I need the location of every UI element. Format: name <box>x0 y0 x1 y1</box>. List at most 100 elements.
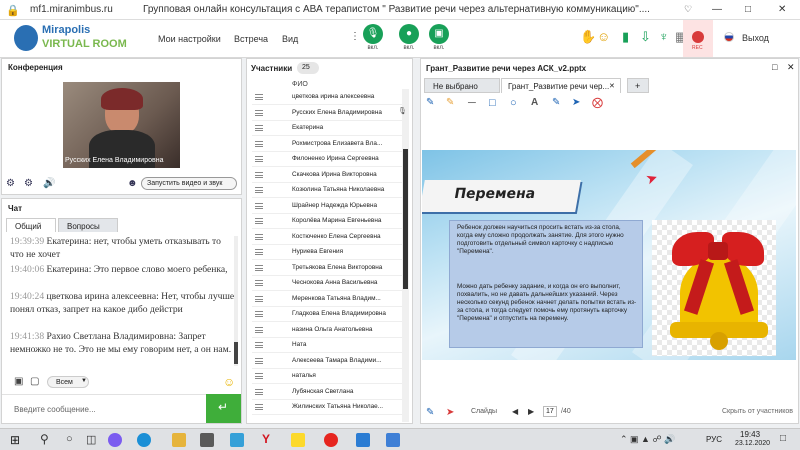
menu-view[interactable]: Вид <box>282 34 298 44</box>
text-tool-icon[interactable]: A <box>531 97 538 108</box>
chat-scrollbar[interactable] <box>234 236 238 366</box>
microphone-icon[interactable]: 🎙 <box>363 24 383 44</box>
menu-icon[interactable] <box>255 125 263 131</box>
pointer-mode-icon[interactable]: ➤ <box>446 407 454 418</box>
participant-row[interactable]: Филоненко Ирина Сергеевна <box>252 152 402 167</box>
column-header-name[interactable]: ФИО <box>292 81 308 88</box>
menu-icon[interactable] <box>255 109 263 116</box>
tab-close-icon[interactable]: ✕ <box>609 82 615 90</box>
menu-icon[interactable] <box>255 388 263 395</box>
speaker-settings-icon[interactable]: ⚙ <box>24 178 33 189</box>
participant-row[interactable]: Меренкова Татьяна Владим... <box>252 292 402 307</box>
explorer-icon[interactable] <box>172 433 186 447</box>
tab-general[interactable]: Общий <box>6 218 56 232</box>
menu-icon[interactable] <box>255 249 263 255</box>
word-icon[interactable] <box>356 433 370 447</box>
menu-my-settings[interactable]: Мои настройки <box>158 34 221 44</box>
menu-meeting[interactable]: Встреча <box>234 34 268 44</box>
tab-not-selected[interactable]: Не выбрано <box>424 78 500 93</box>
marker-tool-icon[interactable]: ✎ <box>446 97 454 108</box>
start-video-button[interactable]: Запустить видео и звук <box>141 177 237 190</box>
download-icon[interactable]: ⇩ <box>640 30 651 44</box>
bookmark-icon[interactable]: ♡ <box>684 4 692 15</box>
camera-settings-icon[interactable]: ⚙ <box>6 178 15 189</box>
ellipse-tool-icon[interactable]: ○ <box>510 97 517 109</box>
menu-icon[interactable] <box>255 202 263 209</box>
menu-icon[interactable] <box>255 373 263 379</box>
photos-icon[interactable] <box>386 433 400 447</box>
menu-icon[interactable] <box>255 94 263 100</box>
slide-number-input[interactable]: 17 <box>543 406 557 417</box>
menu-icon[interactable] <box>255 171 263 178</box>
panel-close-icon[interactable]: ✕ <box>787 62 795 73</box>
pointer-tool-icon[interactable]: ➤ <box>572 97 580 108</box>
participant-row[interactable]: Рохмистрова Елизавета Вла... <box>252 137 402 152</box>
menu-icon[interactable] <box>255 280 263 286</box>
menu-icon[interactable] <box>255 233 263 240</box>
language-flag-icon[interactable] <box>724 32 734 42</box>
exit-button[interactable]: Выход <box>742 33 769 43</box>
fill-tool-icon[interactable]: ✎ <box>552 97 560 108</box>
tab-presentation-file[interactable]: Грант_Развитие речи чер... ✕ <box>501 78 621 93</box>
tab-questions[interactable]: Вопросы <box>58 218 118 232</box>
hand-raise-icon[interactable]: ✋ <box>580 30 596 44</box>
line-tool-icon[interactable]: ─ <box>468 97 476 109</box>
yandex-browser-icon[interactable] <box>291 433 305 447</box>
participant-row[interactable]: Козюлина Татьяна Николаевна <box>252 183 402 198</box>
app-l-icon[interactable] <box>230 433 244 447</box>
chat-scrollbar-thumb[interactable] <box>234 342 238 364</box>
notifications-icon[interactable]: □ <box>780 433 786 444</box>
emoji-icon[interactable]: ☺ <box>597 30 610 44</box>
participant-row[interactable]: Чеснокова Анна Васильевна <box>252 276 402 291</box>
menu-icon[interactable] <box>255 342 263 348</box>
emoji-picker-icon[interactable]: ☺ <box>223 375 235 389</box>
rectangle-tool-icon[interactable]: □ <box>489 97 496 109</box>
volume-icon[interactable]: 🔊 <box>43 178 55 189</box>
draw-mode-icon[interactable]: ✎ <box>426 407 434 418</box>
menu-icon[interactable] <box>255 311 263 317</box>
stats-icon[interactable]: ▮ <box>622 30 629 44</box>
maximize-icon[interactable]: □ <box>745 4 751 15</box>
attach-icon[interactable]: ▢ <box>30 376 39 387</box>
participants-scrollbar[interactable] <box>402 89 409 422</box>
chat-input[interactable]: Введите сообщение... <box>2 394 206 423</box>
language-indicator[interactable]: РУС <box>706 435 722 444</box>
participant-row[interactable]: Королёва Марина Евгеньевна <box>252 214 402 229</box>
participant-row[interactable]: назина Ольга Анатольевна <box>252 323 402 338</box>
alice-icon[interactable] <box>108 433 122 447</box>
camera-icon[interactable]: ● <box>399 24 419 44</box>
screen-icon[interactable]: ▣ <box>429 24 449 44</box>
format-icon[interactable]: ▣ <box>14 376 23 387</box>
menu-icon[interactable] <box>255 404 263 410</box>
participant-row[interactable]: Нуриева Евгения <box>252 245 402 260</box>
start-icon[interactable]: ⊞ <box>10 433 20 447</box>
menu-icon[interactable] <box>255 357 263 364</box>
menu-icon[interactable] <box>255 264 263 271</box>
participant-row[interactable]: Ната <box>252 338 402 353</box>
edge-icon[interactable] <box>137 433 151 447</box>
tree-icon[interactable]: ♆ <box>659 30 669 44</box>
menu-icon[interactable] <box>255 156 263 162</box>
prev-slide-icon[interactable]: ◀ <box>512 407 518 416</box>
add-tab-button[interactable]: + <box>627 78 649 93</box>
cortana-icon[interactable]: ○ <box>66 433 73 445</box>
participant-row[interactable]: Лубянская Светлана <box>252 385 402 400</box>
clear-tool-icon[interactable]: ⨂ <box>592 96 603 109</box>
tray-icons[interactable]: ⌃ ▣ ▲ ☍ 🔊 <box>620 434 675 445</box>
participants-scrollbar-thumb[interactable] <box>403 149 408 289</box>
restore-icon[interactable]: □ <box>772 62 777 72</box>
close-icon[interactable]: ✕ <box>778 4 786 15</box>
menu-icon[interactable] <box>255 295 263 302</box>
task-view-icon[interactable]: ◫ <box>86 433 96 446</box>
pen-tool-icon[interactable]: ✎ <box>426 97 434 108</box>
participant-row[interactable]: Третьякова Елена Викторовна <box>252 261 402 276</box>
store-icon[interactable] <box>200 433 214 447</box>
yandex-icon[interactable]: Y <box>262 432 270 446</box>
send-button[interactable]: ↵ <box>206 394 241 423</box>
participant-row[interactable]: Жилинских Татьяна Николае... <box>252 400 402 415</box>
browser-url[interactable]: mf1.miranimbus.ru <box>30 4 113 15</box>
recipient-select[interactable]: Всем ▼ <box>47 376 89 388</box>
next-slide-icon[interactable]: ▶ <box>528 407 534 416</box>
participant-row[interactable]: цветкова ирина алексеевна <box>252 90 402 105</box>
participant-row[interactable]: наталья <box>252 369 402 384</box>
